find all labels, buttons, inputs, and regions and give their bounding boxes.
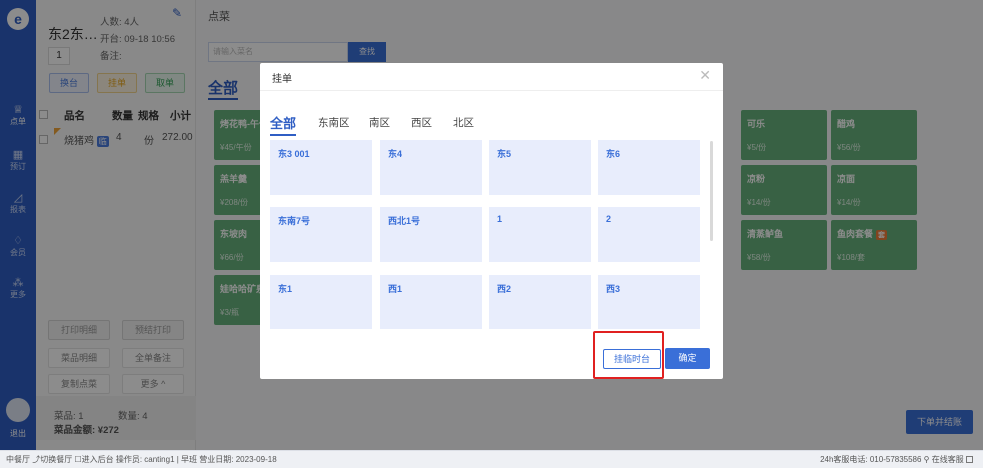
table-card[interactable]: 西2 bbox=[489, 275, 591, 329]
table-card[interactable]: 西北1号 bbox=[380, 207, 482, 262]
table-grid: 东3 001 东4 东5 东6 东南7号 西北1号 1 2 东1 西1 西2 西… bbox=[270, 140, 706, 329]
table-card[interactable]: 东5 bbox=[489, 140, 591, 195]
table-card[interactable]: 东1 bbox=[270, 275, 372, 329]
tab-west[interactable]: 西区 bbox=[411, 115, 432, 130]
table-card[interactable]: 东南7号 bbox=[270, 207, 372, 262]
dialog-title: 挂单 bbox=[272, 74, 292, 85]
tab-all[interactable]: 全部 bbox=[270, 113, 297, 136]
close-icon[interactable]: ✕ bbox=[699, 67, 711, 84]
tab-south[interactable]: 南区 bbox=[369, 115, 390, 130]
expand-icon[interactable] bbox=[966, 456, 973, 463]
table-card[interactable]: 1 bbox=[489, 207, 591, 262]
table-card[interactable]: 2 bbox=[598, 207, 700, 262]
tab-north[interactable]: 北区 bbox=[453, 115, 474, 130]
confirm-button[interactable]: 确定 bbox=[665, 348, 710, 369]
table-card[interactable]: 西3 bbox=[598, 275, 700, 329]
highlight-box bbox=[593, 331, 664, 379]
status-bar: 中餐厅 ⤴切换餐厅 ☐进入后台 操作员: canting1 | 早班 营业日期:… bbox=[0, 450, 983, 468]
status-left: 中餐厅 ⤴切换餐厅 ☐进入后台 操作员: canting1 | 早班 营业日期:… bbox=[6, 455, 277, 464]
tab-southeast[interactable]: 东南区 bbox=[318, 115, 350, 130]
table-card[interactable]: 西1 bbox=[380, 275, 482, 329]
grid-scrollbar[interactable] bbox=[710, 141, 713, 241]
divider bbox=[260, 90, 723, 91]
status-right: 24h客服电话: 010-57835586 ⚲ 在线客服 bbox=[820, 451, 973, 468]
table-card[interactable]: 东6 bbox=[598, 140, 700, 195]
table-card[interactable]: 东4 bbox=[380, 140, 482, 195]
table-card[interactable]: 东3 001 bbox=[270, 140, 372, 195]
